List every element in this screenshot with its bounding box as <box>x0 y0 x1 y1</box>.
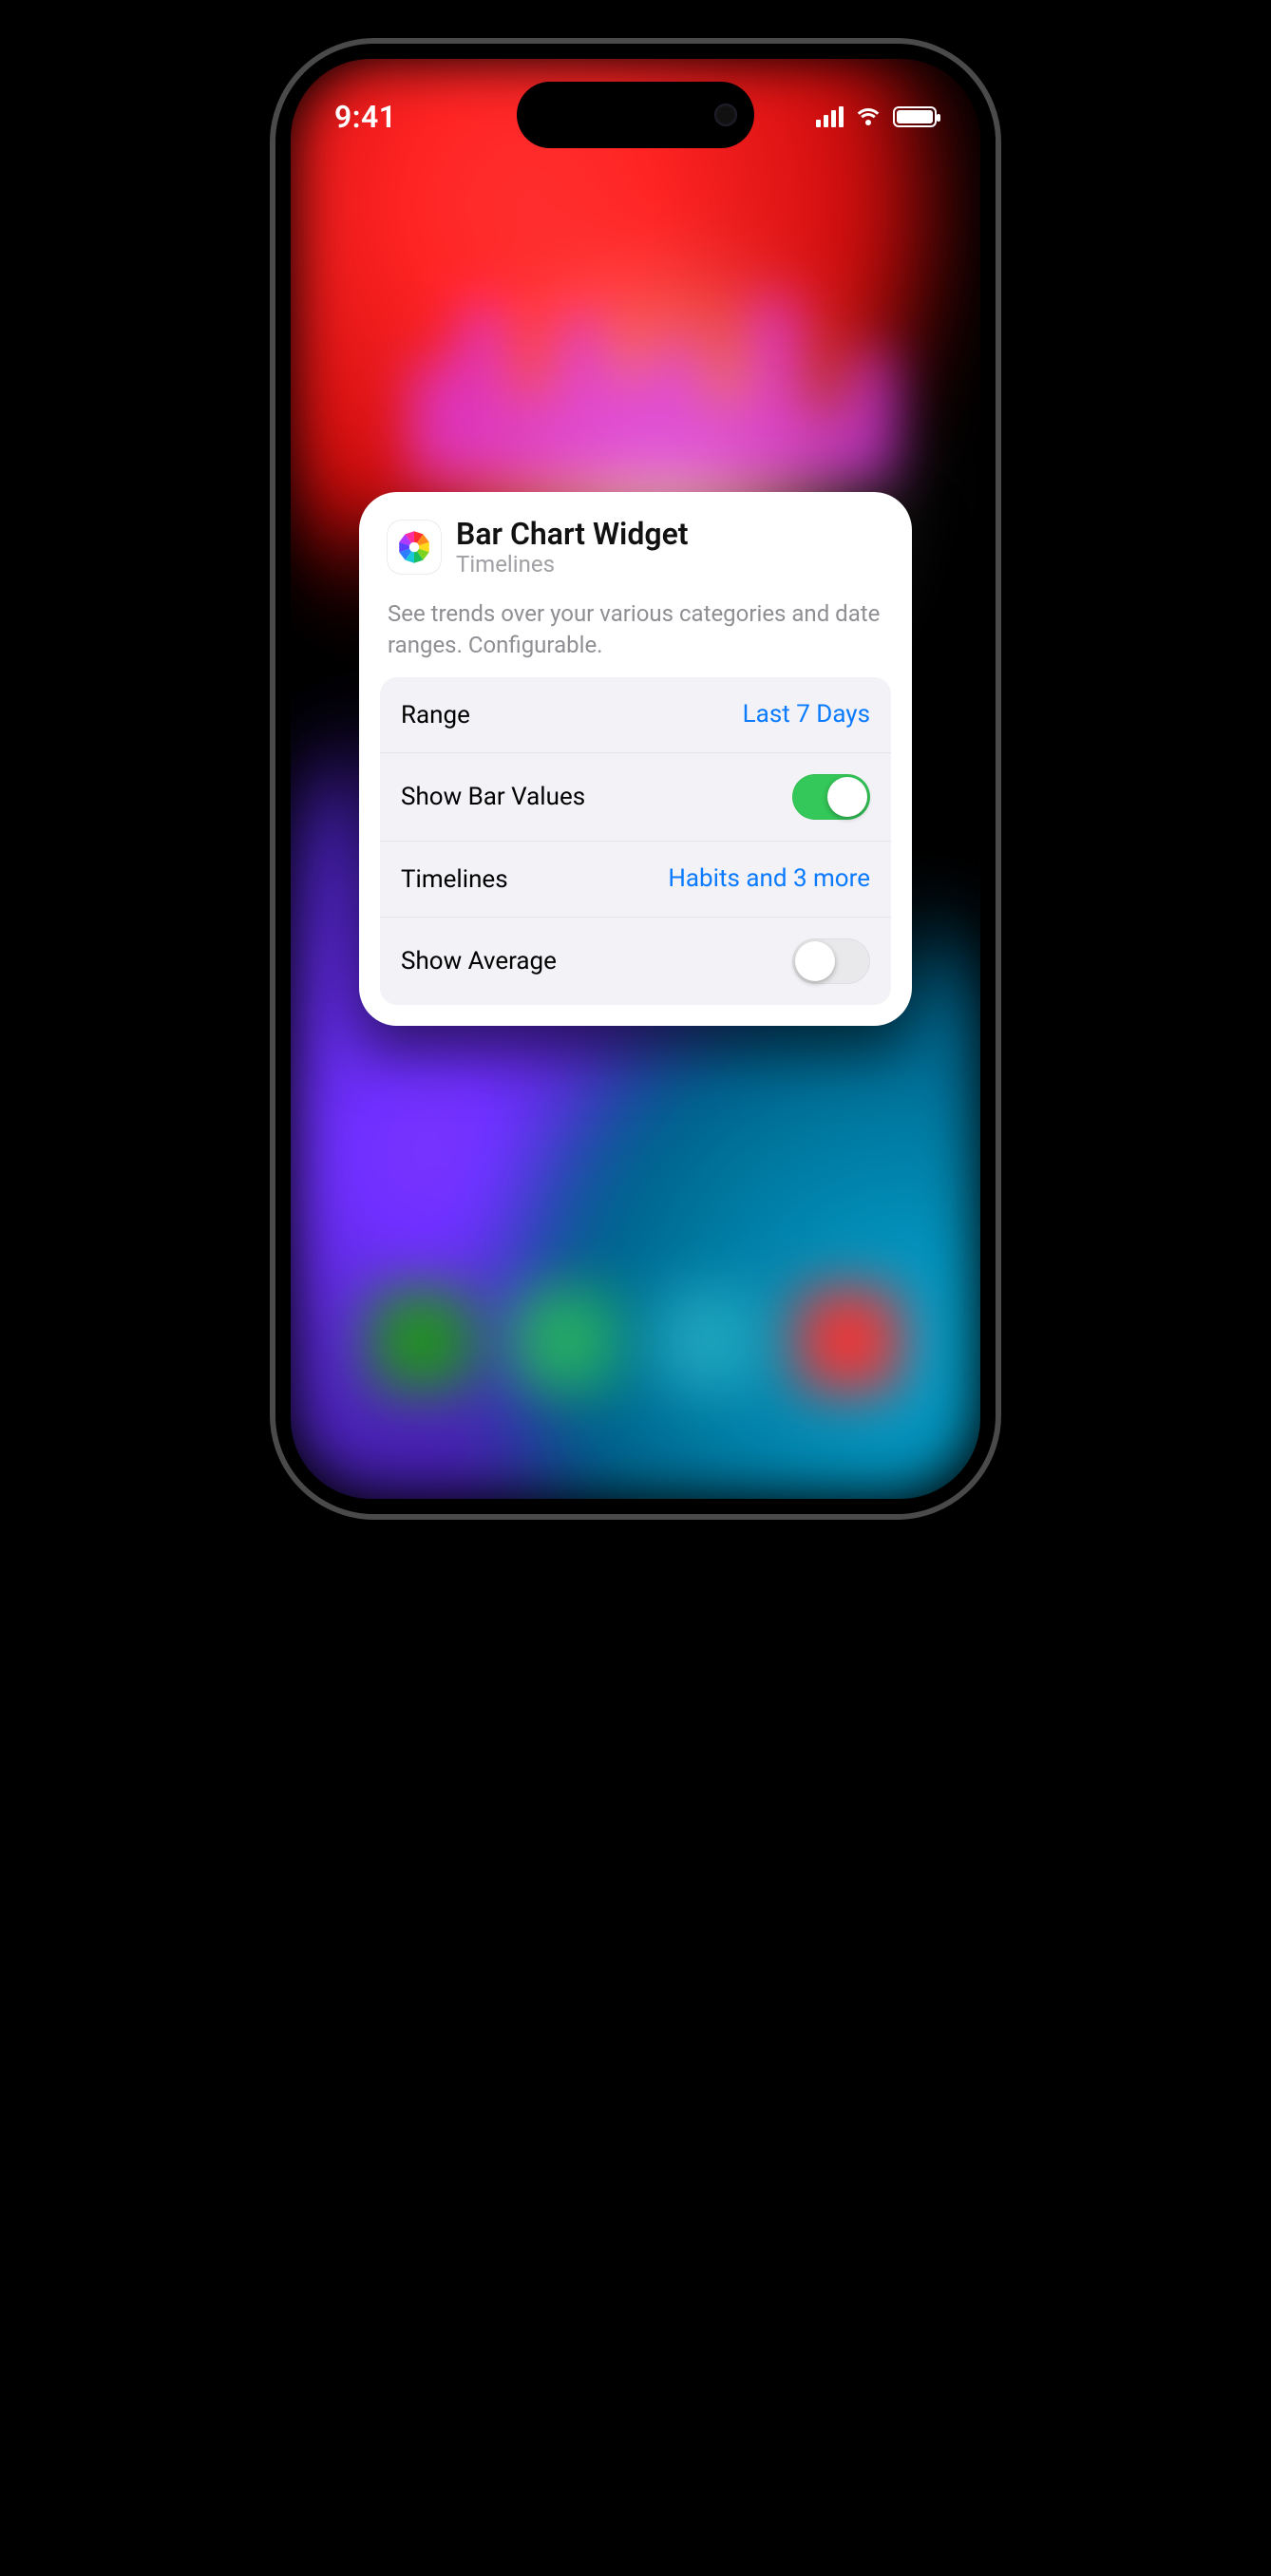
side-button-power <box>997 433 1001 595</box>
dynamic-island <box>517 82 754 148</box>
toggle-show-average[interactable] <box>792 938 870 984</box>
status-time: 9:41 <box>334 99 397 135</box>
row-range-value: Last 7 Days <box>743 699 870 730</box>
row-show-bar-values-label: Show Bar Values <box>401 783 585 811</box>
side-button-vol-up <box>270 395 274 500</box>
phone-frame: 9:41 <box>270 38 1001 1520</box>
front-camera-icon <box>714 104 737 126</box>
toggle-show-bar-values[interactable] <box>792 774 870 820</box>
row-range-label: Range <box>401 701 470 729</box>
row-timelines-value: Habits and 3 more <box>668 863 870 895</box>
side-button-vol-down <box>270 528 274 633</box>
card-description: See trends over your various categories … <box>380 589 891 677</box>
row-show-bar-values: Show Bar Values <box>380 753 891 842</box>
wifi-icon <box>855 106 882 127</box>
aperture-icon <box>394 527 434 567</box>
app-icon <box>388 521 441 574</box>
card-subtitle: Timelines <box>456 552 689 578</box>
widget-config-card: Bar Chart Widget Timelines See trends ov… <box>359 492 912 1026</box>
settings-list: Range Last 7 Days Show Bar Values Timeli… <box>380 677 891 1005</box>
row-timelines-label: Timelines <box>401 865 508 894</box>
side-button-silent <box>270 291 274 348</box>
row-range[interactable]: Range Last 7 Days <box>380 677 891 753</box>
cellular-icon <box>816 106 844 127</box>
row-timelines[interactable]: Timelines Habits and 3 more <box>380 842 891 918</box>
card-title: Bar Chart Widget <box>456 517 689 552</box>
row-show-average-label: Show Average <box>401 947 557 975</box>
battery-icon <box>893 106 937 127</box>
row-show-average: Show Average <box>380 918 891 1005</box>
